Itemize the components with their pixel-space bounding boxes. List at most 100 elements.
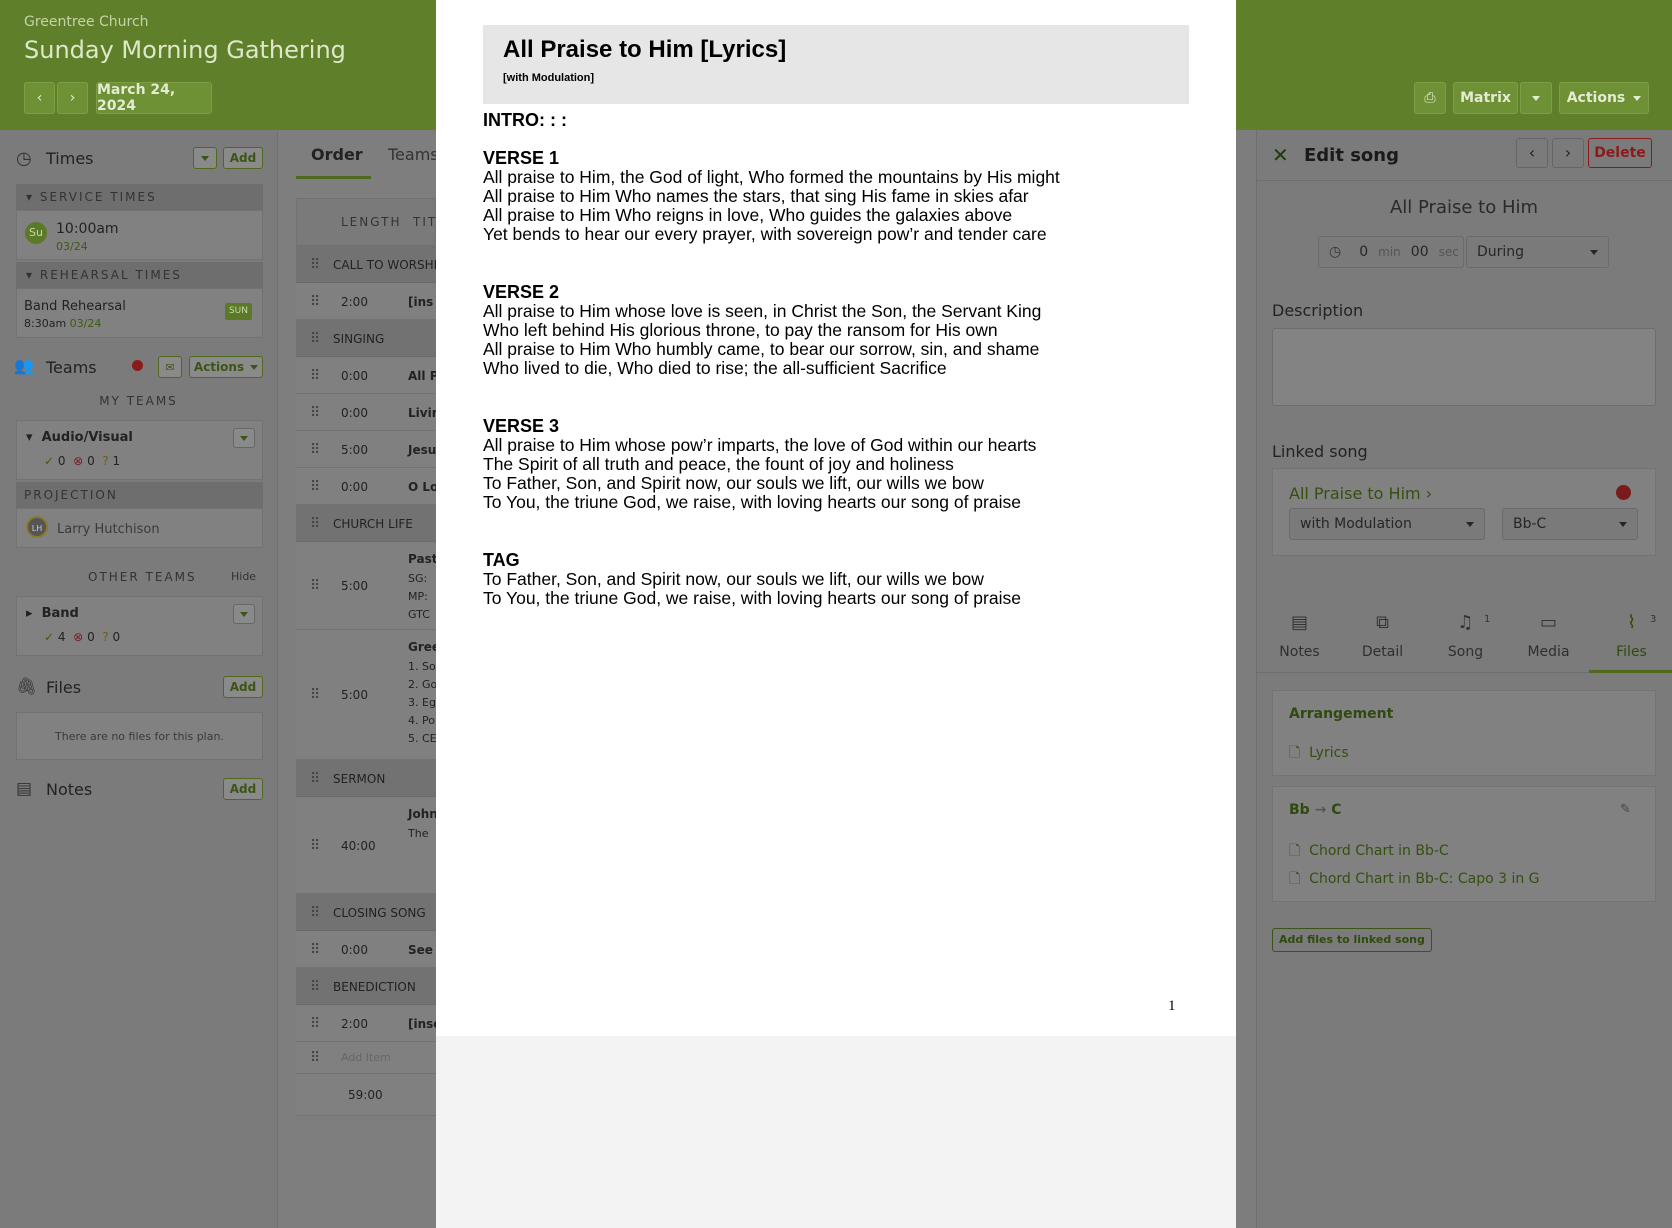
lyrics-line: The Spirit of all truth and peace, the f…	[483, 454, 954, 474]
edit-song-panel	[1256, 130, 1672, 1228]
chevron-down-icon	[1466, 521, 1474, 527]
teams-actions-label: Actions	[193, 360, 245, 374]
key-select[interactable]: Bb-C	[1502, 508, 1638, 540]
document-title: All Praise to Him [Lyrics]	[503, 36, 787, 63]
notes-add-button[interactable]: Add	[223, 778, 263, 800]
add-item-row[interactable]: ⠿ Add Item	[296, 1042, 436, 1074]
order-item-row[interactable]: ⠿ 0:00 Livin	[296, 394, 440, 431]
hide-other-teams-link[interactable]: Hide	[231, 570, 256, 583]
item-length: 5:00	[341, 688, 368, 702]
files-add-button[interactable]: Add	[223, 676, 263, 698]
order-item-row[interactable]: ⠿ 2:00 [inse	[296, 1005, 441, 1042]
order-item-row[interactable]: ⠿ 0:00 See	[296, 931, 436, 968]
file-link[interactable]: 🗋 Chord Chart in Bb-C: Capo 3 in G	[1289, 868, 1540, 892]
tab-files[interactable]: ⌇ 3 Files	[1590, 612, 1672, 668]
order-item-row[interactable]: ⠿ 5:00 Gree 1. So 2. Go 3. Eg 4. Po 5. CE	[296, 630, 440, 760]
print-button[interactable]: ⎙	[1414, 82, 1446, 114]
caret-down-icon: ▾	[26, 268, 35, 282]
drag-handle-icon[interactable]: ⠿	[310, 838, 320, 854]
chevron-down-icon	[240, 611, 248, 617]
file-link[interactable]: 🗋 Lyrics	[1289, 742, 1349, 766]
notes-title: Notes	[46, 780, 93, 799]
pencil-icon[interactable]: ✎	[1620, 802, 1631, 817]
file-link[interactable]: 🗋 Chord Chart in Bb-C	[1289, 840, 1449, 864]
drag-handle-icon[interactable]: ⠿	[310, 687, 320, 703]
prev-item-button[interactable]: ‹	[1516, 138, 1548, 168]
next-item-button[interactable]: ›	[1552, 138, 1584, 168]
timing-select[interactable]: During	[1466, 236, 1609, 268]
tab-teams[interactable]: Teams	[388, 145, 439, 164]
drag-handle-icon[interactable]: ⠿	[310, 979, 320, 995]
drag-handle-icon[interactable]: ⠿	[310, 368, 320, 384]
teams-actions-button[interactable]: Actions	[189, 356, 263, 378]
description-textarea[interactable]	[1272, 328, 1656, 406]
service-time-item[interactable]	[16, 210, 263, 260]
drag-handle-icon[interactable]: ⠿	[310, 771, 320, 787]
drag-handle-icon[interactable]: ⠿	[310, 516, 320, 532]
order-section-header[interactable]: ⠿ SINGING	[296, 320, 436, 357]
plan-date-button[interactable]: March 24, 2024	[96, 82, 212, 114]
next-plan-button[interactable]: ›	[57, 82, 88, 114]
drag-handle-icon[interactable]: ⠿	[310, 479, 320, 495]
linked-song-link[interactable]: All Praise to Him ›	[1289, 484, 1432, 503]
file-icon: 🗋	[1289, 745, 1301, 761]
tab-order[interactable]: Order	[311, 145, 363, 164]
add-files-to-linked-song-button[interactable]: Add files to linked song	[1272, 928, 1432, 952]
plan-actions-button[interactable]: Actions	[1559, 82, 1649, 114]
arrangement-select[interactable]: with Modulation	[1289, 508, 1485, 540]
key-to: C	[1331, 802, 1342, 818]
org-name: Greentree Church	[24, 14, 149, 30]
tab-song[interactable]: ♫ 1 Song	[1424, 612, 1507, 668]
times-add-button[interactable]: Add	[223, 147, 263, 169]
order-section-header[interactable]: ⠿ SERMON	[296, 760, 436, 797]
team-status-counts: ✓ 4 ⊗ 0 ? 0	[44, 630, 120, 644]
order-item-row[interactable]: ⠿ 5:00 Past SG: MP: GTC	[296, 542, 437, 630]
matrix-dropdown-button[interactable]	[1520, 82, 1552, 114]
tab-detail[interactable]: ⧉ Detail	[1341, 612, 1424, 668]
rehearsal-times-header[interactable]: ▾ REHEARSAL TIMES	[16, 262, 263, 288]
tab-media[interactable]: ▭ Media	[1507, 612, 1590, 668]
times-dropdown-button[interactable]	[193, 147, 217, 169]
drag-handle-icon[interactable]: ⠿	[310, 1050, 320, 1066]
section-label: CALL TO WORSHIP	[333, 258, 445, 272]
alert-icon	[132, 360, 143, 371]
chevron-right-icon: ›	[1564, 143, 1572, 162]
order-item-row[interactable]: ⠿ 5:00 Jesu	[296, 431, 436, 468]
order-item-row[interactable]: ⠿ 0:00 O Lo	[296, 468, 438, 505]
unlink-song-icon[interactable]	[1616, 485, 1631, 500]
service-times-header[interactable]: ▾ SERVICE TIMES	[16, 184, 263, 210]
order-item-row[interactable]: ⠿ 40:00 John The	[296, 797, 438, 894]
order-section-header[interactable]: ⠿ BENEDICTION	[296, 968, 436, 1005]
matrix-button[interactable]: Matrix	[1453, 82, 1518, 114]
drag-handle-icon[interactable]: ⠿	[310, 905, 320, 921]
drag-handle-icon[interactable]: ⠿	[310, 257, 320, 273]
order-section-header[interactable]: ⠿ CHURCH LIFE	[296, 505, 436, 542]
minutes-value[interactable]: 0	[1359, 244, 1368, 260]
email-team-button[interactable]: ✉	[158, 356, 182, 378]
item-length: 0:00	[341, 480, 368, 494]
drag-handle-icon[interactable]: ⠿	[310, 294, 320, 310]
rehearsal-times-label: REHEARSAL TIMES	[39, 268, 182, 282]
close-icon[interactable]: ✕	[1272, 143, 1289, 167]
delete-button[interactable]: Delete	[1588, 138, 1652, 168]
order-section-header[interactable]: ⠿ CALL TO WORSHIP	[296, 246, 444, 283]
drag-handle-icon[interactable]: ⠿	[310, 942, 320, 958]
order-section-header[interactable]: ⠿ CLOSING SONG	[296, 894, 436, 931]
team-band[interactable]	[16, 596, 263, 656]
tab-notes[interactable]: ▤ Notes	[1258, 612, 1341, 668]
order-item-row[interactable]: ⠿ 2:00 [ins	[296, 283, 436, 320]
drag-handle-icon[interactable]: ⠿	[310, 405, 320, 421]
prev-plan-button[interactable]: ‹	[24, 82, 55, 114]
team-audio-visual[interactable]	[16, 420, 263, 480]
team-dropdown-button[interactable]	[233, 604, 255, 624]
drag-handle-icon[interactable]: ⠿	[310, 578, 320, 594]
drag-handle-icon[interactable]: ⠿	[310, 442, 320, 458]
caret-right-icon: ▸	[26, 606, 33, 621]
drag-handle-icon[interactable]: ⠿	[310, 331, 320, 347]
seconds-value[interactable]: 00	[1411, 244, 1429, 260]
drag-handle-icon[interactable]: ⠿	[310, 1016, 320, 1032]
order-item-row[interactable]: ⠿ 0:00 All P	[296, 357, 439, 394]
team-dropdown-button[interactable]	[233, 428, 255, 448]
length-input[interactable]: ◷ 0 min 00 sec	[1318, 236, 1464, 268]
projection-label: PROJECTION	[24, 488, 118, 502]
